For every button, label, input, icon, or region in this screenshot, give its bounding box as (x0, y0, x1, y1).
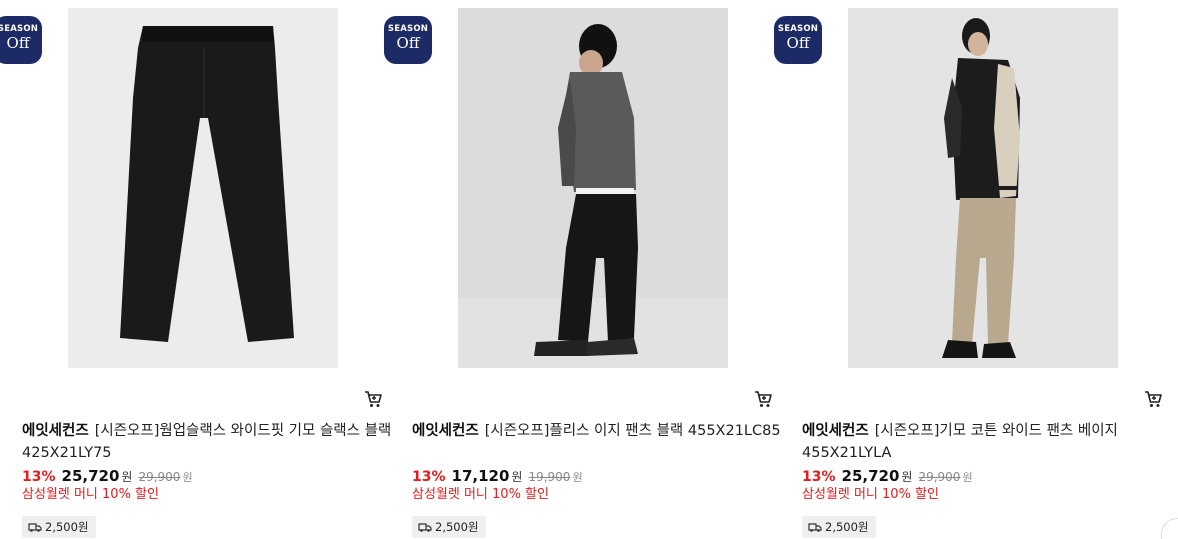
original-price-unit: 원 (962, 471, 973, 484)
cart-icon[interactable] (752, 388, 774, 410)
product-name[interactable]: 에잇세컨즈 [시즌오프]플리스 이지 팬츠 블랙 455X21LC85 (412, 420, 784, 442)
badge-off-text: Off (6, 34, 30, 52)
brand-name: 에잇세컨즈 (412, 423, 479, 439)
product-image[interactable] (458, 8, 728, 368)
original-price: 29,900 (918, 470, 961, 484)
shipping-fee: 2,500원 (435, 520, 479, 534)
shipping-fee: 2,500원 (45, 520, 89, 534)
badge-season-text: SEASON (777, 24, 819, 34)
product-name[interactable]: 에잇세컨즈 [시즌오프]웜업슬랙스 와이드핏 기모 슬랙스 블랙 425X21LY… (22, 420, 394, 464)
cart-icon[interactable] (362, 388, 384, 410)
product-card[interactable]: SEASON Off 에잇세컨즈 [시즌오프]플리스 이지 팬츠 블랙 455X2… (384, 0, 784, 538)
badge-off-text: Off (786, 34, 810, 52)
badge-season-text: SEASON (0, 24, 39, 34)
price-unit: 원 (121, 470, 133, 484)
discount-rate: 13% (22, 469, 56, 485)
add-to-cart-button[interactable] (1142, 388, 1164, 410)
discount-rate: 13% (412, 469, 446, 485)
add-to-cart-button[interactable] (752, 388, 774, 410)
add-to-cart-button[interactable] (362, 388, 384, 410)
original-price-unit: 원 (572, 471, 583, 484)
product-title: [시즌오프]플리스 이지 팬츠 블랙 455X21LC85 (484, 423, 781, 439)
product-image[interactable] (848, 8, 1118, 368)
product-card[interactable]: SEASON Off 에잇세컨즈 [시즌오프]웜업슬랙스 와이드핏 기모 슬랙스 … (0, 0, 394, 538)
sale-price: 17,120 (451, 467, 510, 485)
price-unit: 원 (511, 470, 523, 484)
discount-rate: 13% (802, 469, 836, 485)
season-off-badge: SEASON Off (774, 16, 822, 64)
shipping-fee: 2,500원 (825, 520, 869, 534)
price-unit: 원 (901, 470, 913, 484)
sale-price: 25,720 (61, 467, 120, 485)
shipping-fee-tag: 2,500원 (412, 516, 486, 538)
product-name[interactable]: 에잇세컨즈 [시즌오프]기모 코튼 와이드 팬츠 베이지 455X21LYLA (802, 420, 1174, 464)
original-price: 19,900 (528, 470, 571, 484)
product-image[interactable] (68, 8, 338, 368)
promo-text: 삼성월렛 머니 10% 할인 (412, 487, 549, 502)
original-price: 29,900 (138, 470, 181, 484)
original-price-unit: 원 (182, 471, 193, 484)
brand-name: 에잇세컨즈 (802, 423, 869, 439)
truck-icon (808, 523, 822, 532)
truck-icon (418, 523, 432, 532)
sale-price: 25,720 (841, 467, 900, 485)
badge-season-text: SEASON (387, 24, 429, 34)
brand-name: 에잇세컨즈 (22, 423, 89, 439)
cart-icon[interactable] (1142, 388, 1164, 410)
shipping-fee-tag: 2,500원 (802, 516, 876, 538)
shipping-fee-tag: 2,500원 (22, 516, 96, 538)
season-off-badge: SEASON Off (384, 16, 432, 64)
season-off-badge: SEASON Off (0, 16, 42, 64)
product-card[interactable]: SEASON Off 에잇세컨즈 [시즌오프]기모 코튼 와이드 팬츠 베이지 4… (774, 0, 1174, 538)
badge-off-text: Off (396, 34, 420, 52)
promo-text: 삼성월렛 머니 10% 할인 (22, 487, 159, 502)
promo-text: 삼성월렛 머니 10% 할인 (802, 487, 939, 502)
truck-icon (28, 523, 42, 532)
